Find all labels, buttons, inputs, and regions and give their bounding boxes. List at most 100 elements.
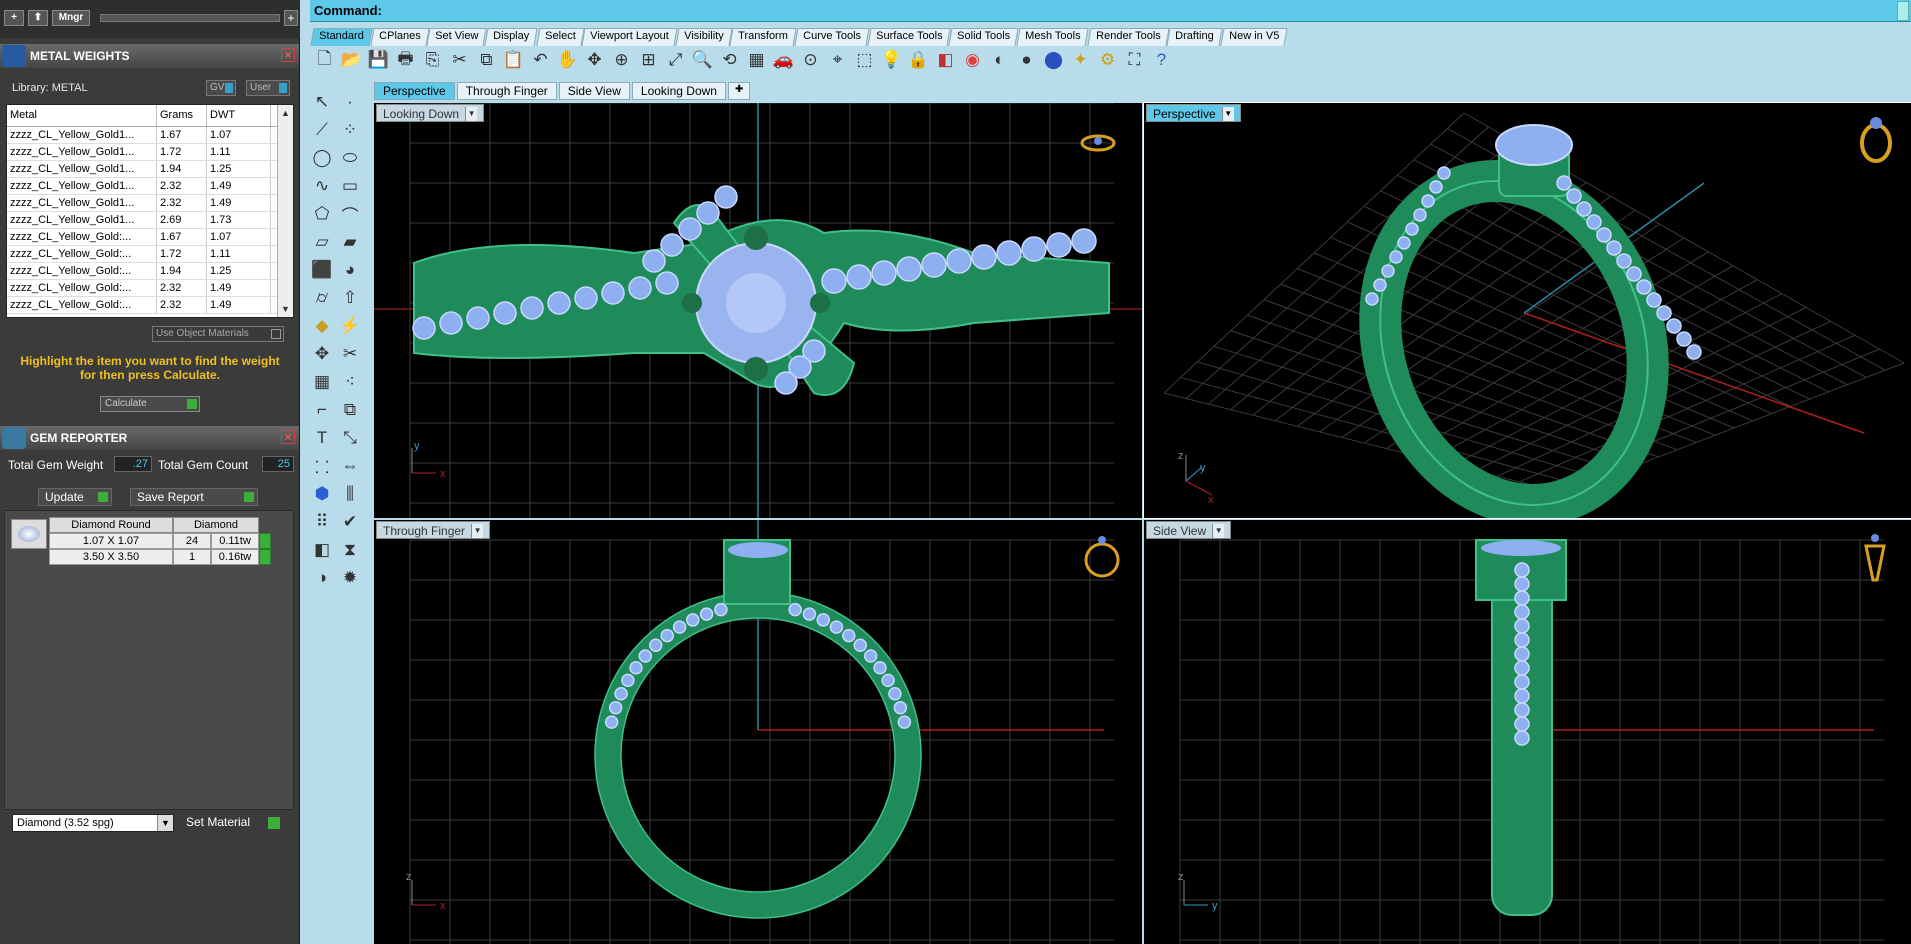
undo-view-icon[interactable]: ⟲ <box>717 48 742 72</box>
tab-display[interactable]: Display <box>484 28 539 46</box>
grid-snap-icon[interactable]: ⠿ <box>310 510 334 534</box>
zoom-window-icon[interactable]: ⊞ <box>636 48 661 72</box>
tab-new-in-v5[interactable]: New in V5 <box>1220 28 1288 46</box>
scale-icon[interactable]: ⤡ <box>338 426 362 450</box>
column-header-metal[interactable]: Metal <box>7 105 157 126</box>
table-row[interactable]: zzzz_CL_Yellow_Gold1... 1.67 1.07 <box>7 127 293 144</box>
rectangle-icon[interactable]: ▭ <box>338 174 362 198</box>
cut-icon[interactable]: ✂ <box>447 48 472 72</box>
points-icon[interactable]: ⁖ <box>338 370 362 394</box>
tab-render-tools[interactable]: Render Tools <box>1087 28 1170 46</box>
point-icon[interactable]: · <box>338 90 362 114</box>
offset-icon[interactable]: ⧉ <box>338 398 362 422</box>
fillet-icon[interactable]: ⌐ <box>310 398 334 422</box>
lock-icon[interactable]: 🔒 <box>906 48 931 72</box>
command-line[interactable]: Command: <box>310 0 1911 22</box>
save-report-button[interactable]: Save Report <box>130 488 258 506</box>
set-material-button[interactable]: Set Material <box>182 814 282 832</box>
view-tab-perspective[interactable]: Perspective <box>374 82 455 100</box>
select-filter-icon[interactable]: ⬚ <box>852 48 877 72</box>
zoom-selected-icon[interactable]: 🔍 <box>690 48 715 72</box>
tab-solid-tools[interactable]: Solid Tools <box>948 28 1019 46</box>
manager-button[interactable]: Mngr <box>52 10 90 26</box>
undo-icon[interactable]: ↶ <box>528 48 553 72</box>
shade-icon[interactable]: ◑ <box>310 566 334 590</box>
cylinder-icon[interactable]: ⌭ <box>310 286 334 310</box>
add-button[interactable]: + <box>4 10 24 26</box>
calculate-button[interactable]: Calculate <box>100 396 200 412</box>
boolean-icon[interactable]: ◕ <box>338 258 362 282</box>
table-row[interactable]: zzzz_CL_Yellow_Gold1... 2.32 1.49 <box>7 195 293 212</box>
scroll-up-icon[interactable]: ▲ <box>278 105 293 121</box>
mesh-icon[interactable]: ▦ <box>310 370 334 394</box>
tab-visibility[interactable]: Visibility <box>675 28 732 46</box>
polygon-icon[interactable]: ⬠ <box>310 202 334 226</box>
surface-icon[interactable]: ▱ <box>310 230 334 254</box>
open-file-icon[interactable]: 📂 <box>339 48 364 72</box>
tab-standard[interactable]: Standard <box>310 28 373 46</box>
tab-transform[interactable]: Transform <box>729 28 797 46</box>
column-header-dwt[interactable]: DWT <box>207 105 271 126</box>
four-viewports-icon[interactable]: ▦ <box>744 48 769 72</box>
text-icon[interactable]: T <box>310 426 334 450</box>
paste-icon[interactable]: 📋 <box>501 48 526 72</box>
car-icon[interactable]: 🚗 <box>771 48 796 72</box>
select-gem-icon[interactable] <box>259 549 271 565</box>
gem-row[interactable]: 3.50 X 3.50 1 0.16tw <box>49 549 271 565</box>
material-select[interactable]: Diamond (3.52 spg) ▼ <box>12 814 174 832</box>
viewport-through-finger[interactable]: Through Finger ▼ z x <box>374 520 1142 944</box>
chevron-down-icon[interactable]: ▼ <box>1212 523 1225 538</box>
circle-icon[interactable]: ◯ <box>310 146 334 170</box>
viewport-title-perspective[interactable]: Perspective ▼ <box>1146 104 1241 122</box>
shaded-sphere-icon[interactable]: ◐ <box>987 48 1012 72</box>
pan-icon[interactable]: ✋ <box>555 48 580 72</box>
light-icon[interactable]: ✹ <box>338 566 362 590</box>
expand-button[interactable]: + <box>284 10 298 26</box>
metal-table-scrollbar[interactable]: ▲ ▼ <box>277 105 293 317</box>
solid-edit-icon[interactable]: ◧ <box>310 538 334 562</box>
tab-curve-tools[interactable]: Curve Tools <box>794 28 870 46</box>
print-icon[interactable]: 🖶 <box>393 48 418 72</box>
tab-viewport-layout[interactable]: Viewport Layout <box>581 28 678 46</box>
array-icon[interactable]: ⸬ <box>310 454 334 478</box>
copy-icon[interactable]: ⧉ <box>474 48 499 72</box>
table-row[interactable]: zzzz_CL_Yellow_Gold:... 1.67 1.07 <box>7 229 293 246</box>
viewport-looking-down[interactable]: Looking Down ▼ y x <box>374 103 1142 518</box>
tab-drafting[interactable]: Drafting <box>1166 28 1223 46</box>
up-button[interactable]: ⬆ <box>28 10 48 26</box>
box-solid-icon[interactable]: ⬛ <box>310 258 334 282</box>
blue-sphere-icon[interactable]: ⬤ <box>1041 48 1066 72</box>
cplane-icon[interactable]: ⊙ <box>798 48 823 72</box>
gem-tool-icon[interactable]: ◆ <box>310 314 334 338</box>
align-icon[interactable]: ⇔ <box>338 454 362 478</box>
close-icon[interactable]: × <box>281 48 295 62</box>
select-icon[interactable]: ↖ <box>310 90 334 114</box>
rotate-view-icon[interactable]: ✥ <box>582 48 607 72</box>
help-icon[interactable]: ? <box>1149 48 1174 72</box>
curve-icon[interactable]: ∿ <box>310 174 334 198</box>
table-row[interactable]: zzzz_CL_Yellow_Gold1... 1.94 1.25 <box>7 161 293 178</box>
check-icon[interactable]: ✔ <box>338 510 362 534</box>
chevron-down-icon[interactable]: ▼ <box>1221 106 1234 121</box>
new-file-icon[interactable]: 🗋 <box>312 48 337 72</box>
viewport-side-view[interactable]: Side View ▼ z y <box>1144 520 1911 944</box>
column-header-grams[interactable]: Grams <box>157 105 207 126</box>
rail-icon[interactable]: ⫼ <box>338 482 362 506</box>
update-button[interactable]: Update <box>38 488 112 506</box>
viewport-title-looking-down[interactable]: Looking Down ▼ <box>376 104 485 122</box>
use-object-materials-checkbox[interactable]: Use Object Materials <box>152 326 284 342</box>
tab-surface-tools[interactable]: Surface Tools <box>867 28 951 46</box>
point-cloud-icon[interactable]: ⁘ <box>338 118 362 142</box>
user-toggle[interactable]: User <box>246 80 290 96</box>
table-row[interactable]: zzzz_CL_Yellow_Gold:... 1.94 1.25 <box>7 263 293 280</box>
import-icon[interactable]: ⎘ <box>420 48 445 72</box>
ellipse-icon[interactable]: ⬭ <box>338 146 362 170</box>
trim-icon[interactable]: ✂ <box>338 342 362 366</box>
tab-mesh-tools[interactable]: Mesh Tools <box>1016 28 1090 46</box>
cube-icon[interactable]: ⬢ <box>310 482 334 506</box>
rendered-sphere-icon[interactable]: ● <box>1014 48 1039 72</box>
color-wheel-icon[interactable]: ◉ <box>960 48 985 72</box>
table-row[interactable]: zzzz_CL_Yellow_Gold1... 2.69 1.73 <box>7 212 293 229</box>
table-row[interactable]: zzzz_CL_Yellow_Gold1... 1.72 1.11 <box>7 144 293 161</box>
render-icon[interactable]: ✦ <box>1068 48 1093 72</box>
